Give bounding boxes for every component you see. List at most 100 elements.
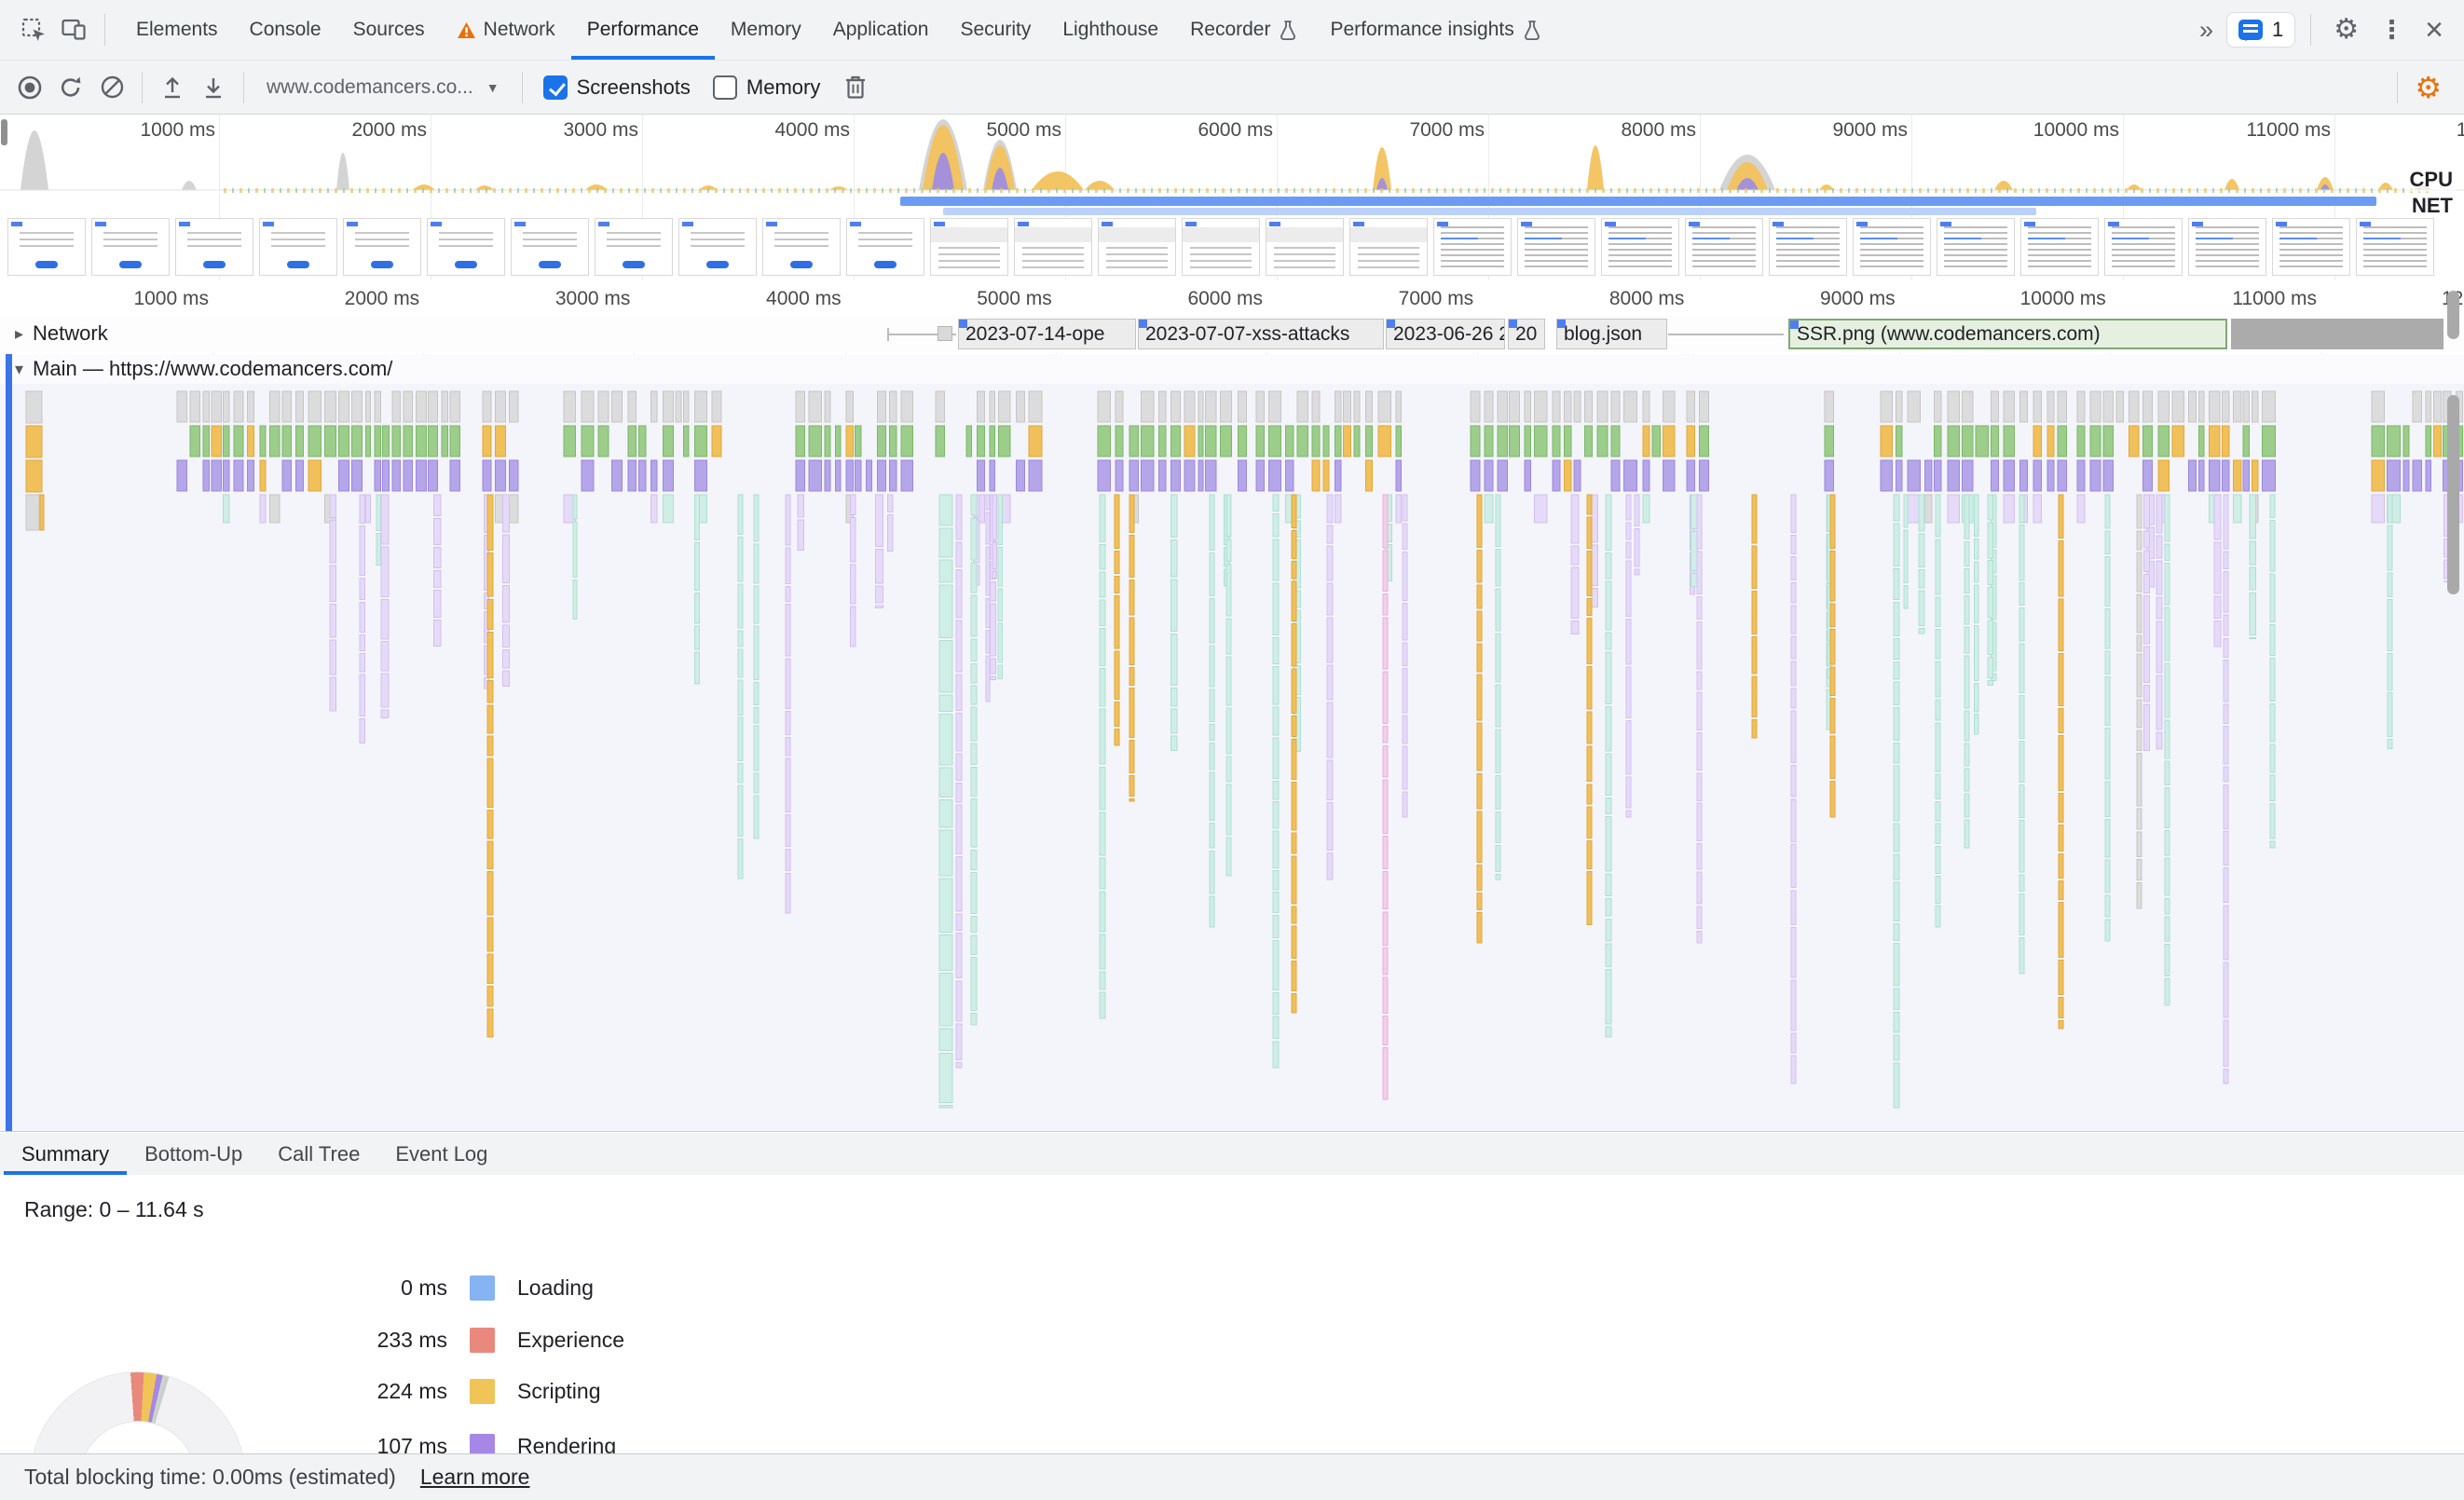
inspect-element-icon[interactable] bbox=[13, 9, 54, 50]
device-toolbar-icon[interactable] bbox=[54, 9, 95, 50]
memory-checkbox[interactable] bbox=[713, 75, 737, 100]
thumbnail-logo bbox=[850, 222, 861, 226]
details-tab-event-log[interactable]: Event Log bbox=[377, 1133, 505, 1175]
tab-performance-insights[interactable]: Performance insights bbox=[1314, 0, 1557, 60]
screenshot-thumbnail[interactable] bbox=[1937, 218, 2015, 276]
network-request[interactable]: 20 bbox=[1508, 319, 1545, 349]
scrollbar-thumb[interactable] bbox=[2447, 291, 2459, 339]
network-request-tail-bar[interactable] bbox=[2231, 319, 2443, 349]
screenshot-thumbnail[interactable] bbox=[343, 218, 421, 276]
tab-label: Performance insights bbox=[1330, 19, 1513, 41]
screenshot-thumbnail[interactable] bbox=[1685, 218, 1763, 276]
screenshot-thumbnail[interactable] bbox=[7, 218, 86, 276]
legend-swatch bbox=[470, 1328, 495, 1353]
thumbnail-text-lines bbox=[1106, 247, 1168, 269]
thumbnail-text-lines bbox=[938, 247, 1000, 269]
tab-recorder[interactable]: Recorder bbox=[1174, 0, 1314, 60]
reload-and-record-button[interactable] bbox=[50, 67, 91, 108]
tab-sources[interactable]: Sources bbox=[337, 0, 441, 60]
main-track-header[interactable]: ▾ Main — https://www.codemancers.com/ bbox=[0, 354, 2464, 384]
flame-chart[interactable] bbox=[0, 384, 2464, 1131]
tab-memory[interactable]: Memory bbox=[715, 0, 817, 60]
network-track-header[interactable]: ▸ Network bbox=[15, 321, 108, 346]
screenshot-thumbnail[interactable] bbox=[1266, 218, 1344, 276]
screenshot-thumbnail[interactable] bbox=[511, 218, 589, 276]
memory-checkbox-row[interactable]: Memory bbox=[713, 75, 820, 100]
profile-select[interactable]: www.codemancers.co... ▼ bbox=[253, 76, 513, 99]
tab-network[interactable]: Network bbox=[441, 0, 571, 60]
network-request[interactable]: 2023-07-07-xss-attacks bbox=[1138, 319, 1384, 349]
screenshot-thumbnail[interactable] bbox=[91, 218, 170, 276]
screenshot-thumbnail[interactable] bbox=[762, 218, 841, 276]
network-request[interactable]: 2023-06-26 2 bbox=[1386, 319, 1505, 349]
clear-icon[interactable] bbox=[91, 67, 132, 108]
timeline-ruler[interactable]: 1000 ms2000 ms3000 ms4000 ms5000 ms6000 … bbox=[0, 280, 2464, 316]
tab-console[interactable]: Console bbox=[234, 0, 337, 60]
tab-security[interactable]: Security bbox=[944, 0, 1047, 60]
tabbar-left-icons bbox=[0, 9, 115, 50]
legend-row: 0 msLoading bbox=[280, 1275, 594, 1301]
record-button[interactable] bbox=[9, 67, 50, 108]
screenshot-thumbnail[interactable] bbox=[2020, 218, 2099, 276]
thumbnail-text-lines bbox=[1441, 226, 1504, 271]
network-request[interactable]: 2023-07-14-ope bbox=[958, 319, 1136, 349]
screenshot-thumbnail[interactable] bbox=[1014, 218, 1092, 276]
network-request[interactable]: SSR.png (www.codemancers.com) bbox=[1788, 319, 2227, 349]
screenshot-thumbnail[interactable] bbox=[678, 218, 757, 276]
screenshots-checkbox[interactable] bbox=[543, 75, 568, 100]
screenshot-thumbnail[interactable] bbox=[1098, 218, 1176, 276]
upload-profile-icon[interactable] bbox=[152, 67, 193, 108]
cpu-baseline-activity bbox=[224, 188, 2432, 193]
screenshot-thumbnail[interactable] bbox=[2356, 218, 2434, 276]
screenshot-thumbnail[interactable] bbox=[1517, 218, 1595, 276]
thumbnail-link-line bbox=[1692, 238, 1730, 239]
scrollbar-thumb[interactable] bbox=[2447, 395, 2459, 594]
screenshot-thumbnail[interactable] bbox=[259, 218, 337, 276]
capture-settings-gear-icon[interactable]: ⚙ bbox=[2407, 73, 2449, 102]
screenshot-thumbnail[interactable] bbox=[2188, 218, 2266, 276]
thumbnail-text-lines bbox=[103, 232, 157, 249]
screenshot-thumbnail[interactable] bbox=[2272, 218, 2350, 276]
screenshot-thumbnail[interactable] bbox=[427, 218, 505, 276]
garbage-collect-icon[interactable] bbox=[835, 67, 876, 108]
legend-label: Rendering bbox=[495, 1434, 616, 1454]
tab-performance[interactable]: Performance bbox=[571, 0, 715, 60]
screenshot-thumbnail[interactable] bbox=[175, 218, 253, 276]
legend-label: Experience bbox=[495, 1328, 624, 1353]
network-request[interactable]: blog.json bbox=[1556, 319, 1667, 349]
screenshot-thumbnail[interactable] bbox=[846, 218, 924, 276]
screenshot-thumbnail[interactable] bbox=[2104, 218, 2183, 276]
close-icon[interactable]: × bbox=[2417, 14, 2451, 46]
screenshot-thumbnail[interactable] bbox=[1601, 218, 1679, 276]
summary-content: Range: 0 – 11.64 s 0 msLoading233 msExpe… bbox=[0, 1175, 2464, 1454]
more-tabs-icon[interactable]: » bbox=[2190, 16, 2221, 45]
screenshot-thumbnail[interactable] bbox=[1853, 218, 1931, 276]
thumbnail-logo bbox=[766, 222, 777, 226]
screenshot-thumbnail[interactable] bbox=[1433, 218, 1512, 276]
details-tab-summary[interactable]: Summary bbox=[4, 1133, 127, 1175]
screenshot-thumbnail[interactable] bbox=[1349, 218, 1428, 276]
screenshot-thumbnail[interactable] bbox=[595, 218, 673, 276]
screenshot-thumbnail[interactable] bbox=[1182, 218, 1260, 276]
thumbnail-button bbox=[539, 261, 561, 268]
screenshot-thumbnail[interactable] bbox=[930, 218, 1008, 276]
kebab-menu-icon[interactable]: ⋮ bbox=[2372, 18, 2412, 43]
settings-gear-icon[interactable]: ⚙ bbox=[2326, 16, 2366, 44]
issues-badge[interactable]: 1 bbox=[2226, 12, 2295, 48]
thumbnail-text-lines bbox=[1022, 247, 1084, 269]
net-activity-bar-light bbox=[943, 208, 2036, 215]
details-tab-bottom-up[interactable]: Bottom-Up bbox=[127, 1133, 260, 1175]
screenshot-thumbnail[interactable] bbox=[1769, 218, 1847, 276]
tab-elements[interactable]: Elements bbox=[120, 0, 234, 60]
thumbnail-logo bbox=[1102, 222, 1113, 226]
timeline-overview[interactable]: 1000 ms2000 ms3000 ms4000 ms5000 ms6000 … bbox=[0, 114, 2464, 282]
details-tab-call-tree[interactable]: Call Tree bbox=[260, 1133, 377, 1175]
tab-lighthouse[interactable]: Lighthouse bbox=[1047, 0, 1174, 60]
thumbnail-logo bbox=[1185, 222, 1197, 226]
screenshots-checkbox-row[interactable]: Screenshots bbox=[543, 75, 691, 100]
learn-more-link[interactable]: Learn more bbox=[420, 1465, 530, 1490]
thumbnail-link-line bbox=[1441, 238, 1478, 239]
tab-application[interactable]: Application bbox=[817, 0, 945, 60]
thumbnail-button bbox=[790, 261, 813, 268]
download-profile-icon[interactable] bbox=[193, 67, 234, 108]
